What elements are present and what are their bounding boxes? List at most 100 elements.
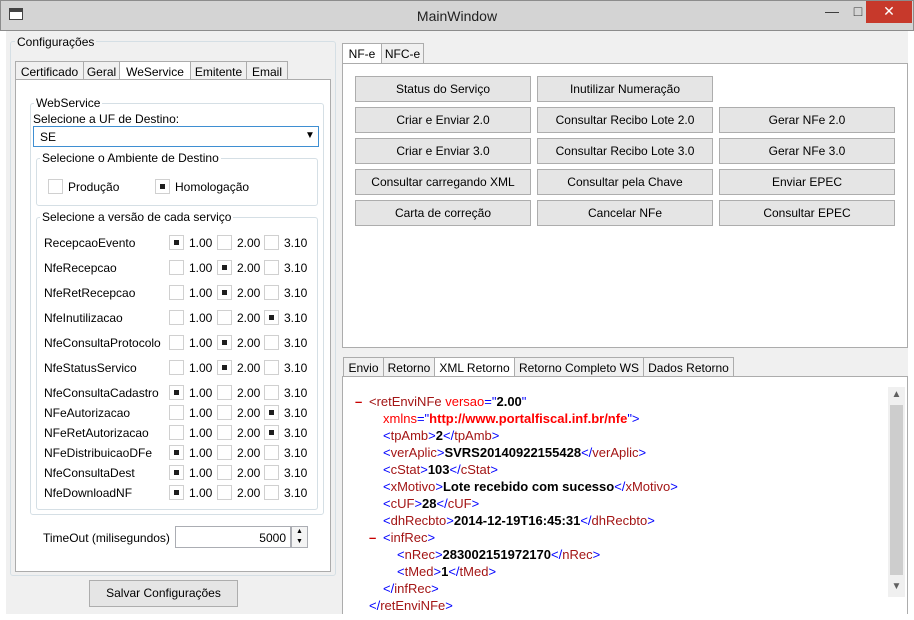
xml-token: < bbox=[383, 496, 391, 511]
version-label: 2.00 bbox=[237, 261, 261, 275]
xml-token: < bbox=[383, 479, 391, 494]
version-checkbox[interactable] bbox=[264, 385, 279, 400]
action-button[interactable]: Consultar Recibo Lote 3.0 bbox=[537, 138, 713, 164]
xml-line: </infRec> bbox=[383, 580, 439, 597]
xml-token: > bbox=[488, 564, 497, 579]
xml-token: =" bbox=[416, 411, 430, 426]
version-label: 2.00 bbox=[237, 311, 261, 325]
action-button[interactable]: Consultar pela Chave bbox=[537, 169, 713, 195]
action-button[interactable]: Consultar carregando XML bbox=[355, 169, 531, 195]
xml-token: < bbox=[397, 547, 405, 562]
scroll-up-icon[interactable]: ▲ bbox=[888, 389, 905, 403]
xml-token: 2014-12-19T16:45:31 bbox=[453, 513, 581, 528]
version-checkbox[interactable] bbox=[169, 335, 184, 350]
version-checkbox[interactable] bbox=[169, 405, 184, 420]
xml-token: </ bbox=[581, 445, 593, 460]
version-checkbox[interactable] bbox=[264, 445, 279, 460]
tab-nfc-e[interactable]: NFC-e bbox=[381, 43, 424, 65]
xml-token: > bbox=[471, 496, 480, 511]
version-checkbox[interactable] bbox=[169, 445, 184, 460]
spin-up-icon[interactable]: ▲ bbox=[292, 527, 307, 537]
service-name: NfeStatusServico bbox=[44, 361, 137, 375]
action-button[interactable]: Criar e Enviar 2.0 bbox=[355, 107, 531, 133]
version-checkbox[interactable] bbox=[217, 445, 232, 460]
version-checkbox[interactable] bbox=[217, 335, 232, 350]
version-checkbox[interactable] bbox=[169, 235, 184, 250]
version-checkbox[interactable] bbox=[217, 260, 232, 275]
ambiente-checkbox-produção[interactable] bbox=[48, 179, 63, 194]
collapse-toggle[interactable]: – bbox=[355, 393, 362, 410]
xml-token: </ bbox=[448, 564, 460, 579]
timeout-spinner[interactable]: ▲ ▼ bbox=[291, 526, 308, 548]
xml-token: cStat bbox=[390, 462, 421, 477]
xml-line: <verAplic>SVRS20140922155428</verAplic> bbox=[383, 444, 646, 461]
version-checkbox[interactable] bbox=[217, 425, 232, 440]
version-label: 1.00 bbox=[189, 426, 213, 440]
versao-group-title: Selecione a versão de cada serviço bbox=[40, 210, 234, 224]
scroll-down-icon[interactable]: ▼ bbox=[888, 581, 905, 595]
version-label: 3.10 bbox=[284, 426, 308, 440]
version-label: 1.00 bbox=[189, 286, 213, 300]
version-checkbox[interactable] bbox=[217, 285, 232, 300]
service-name: NfeRetRecepcao bbox=[44, 286, 136, 300]
version-checkbox[interactable] bbox=[169, 285, 184, 300]
version-checkbox[interactable] bbox=[169, 385, 184, 400]
version-checkbox[interactable] bbox=[264, 405, 279, 420]
action-button[interactable]: Inutilizar Numeração bbox=[537, 76, 713, 102]
version-checkbox[interactable] bbox=[169, 360, 184, 375]
version-checkbox[interactable] bbox=[217, 235, 232, 250]
version-checkbox[interactable] bbox=[169, 425, 184, 440]
uf-combobox[interactable]: SE ▼ bbox=[33, 126, 319, 147]
version-checkbox[interactable] bbox=[217, 310, 232, 325]
xml-token: 2 bbox=[435, 428, 443, 443]
version-checkbox[interactable] bbox=[264, 360, 279, 375]
save-config-button[interactable]: Salvar Configurações bbox=[89, 580, 238, 607]
version-checkbox[interactable] bbox=[217, 485, 232, 500]
action-button[interactable]: Criar e Enviar 3.0 bbox=[355, 138, 531, 164]
xml-token: > bbox=[431, 581, 439, 596]
version-checkbox[interactable] bbox=[264, 260, 279, 275]
version-checkbox[interactable] bbox=[169, 465, 184, 480]
minimize-button[interactable]: — bbox=[819, 1, 845, 23]
version-checkbox[interactable] bbox=[217, 385, 232, 400]
action-button[interactable]: Status do Serviço bbox=[355, 76, 531, 102]
version-checkbox[interactable] bbox=[169, 485, 184, 500]
title-bar: MainWindow — □ ✕ bbox=[0, 0, 914, 31]
timeout-input[interactable]: 5000 bbox=[175, 526, 291, 548]
action-button[interactable]: Enviar EPEC bbox=[719, 169, 895, 195]
spin-down-icon[interactable]: ▼ bbox=[292, 537, 307, 547]
version-checkbox[interactable] bbox=[169, 260, 184, 275]
action-button[interactable]: Consultar EPEC bbox=[719, 200, 895, 226]
version-checkbox[interactable] bbox=[264, 235, 279, 250]
ambiente-checkbox-homologação[interactable] bbox=[155, 179, 170, 194]
action-button[interactable]: Consultar Recibo Lote 2.0 bbox=[537, 107, 713, 133]
version-label: 2.00 bbox=[237, 286, 261, 300]
version-checkbox[interactable] bbox=[264, 335, 279, 350]
xml-token: 103 bbox=[427, 462, 450, 477]
close-button[interactable]: ✕ bbox=[866, 1, 912, 23]
version-checkbox[interactable] bbox=[264, 425, 279, 440]
version-checkbox[interactable] bbox=[169, 310, 184, 325]
action-button[interactable]: Carta de correção bbox=[355, 200, 531, 226]
version-checkbox[interactable] bbox=[217, 405, 232, 420]
version-checkbox[interactable] bbox=[217, 360, 232, 375]
xml-token: retEnviNFe bbox=[380, 598, 446, 613]
version-checkbox[interactable] bbox=[217, 465, 232, 480]
xml-token: "> bbox=[627, 411, 640, 426]
scroll-thumb[interactable] bbox=[890, 405, 903, 575]
version-label: 1.00 bbox=[189, 311, 213, 325]
action-button[interactable]: Gerar NFe 3.0 bbox=[719, 138, 895, 164]
service-name: NFeAutorizacao bbox=[44, 406, 131, 420]
xml-scrollbar[interactable]: ▲ ▼ bbox=[888, 387, 905, 597]
collapse-toggle[interactable]: – bbox=[369, 529, 376, 546]
version-checkbox[interactable] bbox=[264, 310, 279, 325]
version-label: 1.00 bbox=[189, 466, 213, 480]
action-button[interactable]: Gerar NFe 2.0 bbox=[719, 107, 895, 133]
xml-token: > bbox=[427, 530, 436, 545]
version-label: 3.10 bbox=[284, 446, 308, 460]
version-checkbox[interactable] bbox=[264, 285, 279, 300]
version-checkbox[interactable] bbox=[264, 485, 279, 500]
version-checkbox[interactable] bbox=[264, 465, 279, 480]
action-button[interactable]: Cancelar NFe bbox=[537, 200, 713, 226]
xml-line: <retEnviNFe versao="2.00" bbox=[369, 393, 526, 410]
